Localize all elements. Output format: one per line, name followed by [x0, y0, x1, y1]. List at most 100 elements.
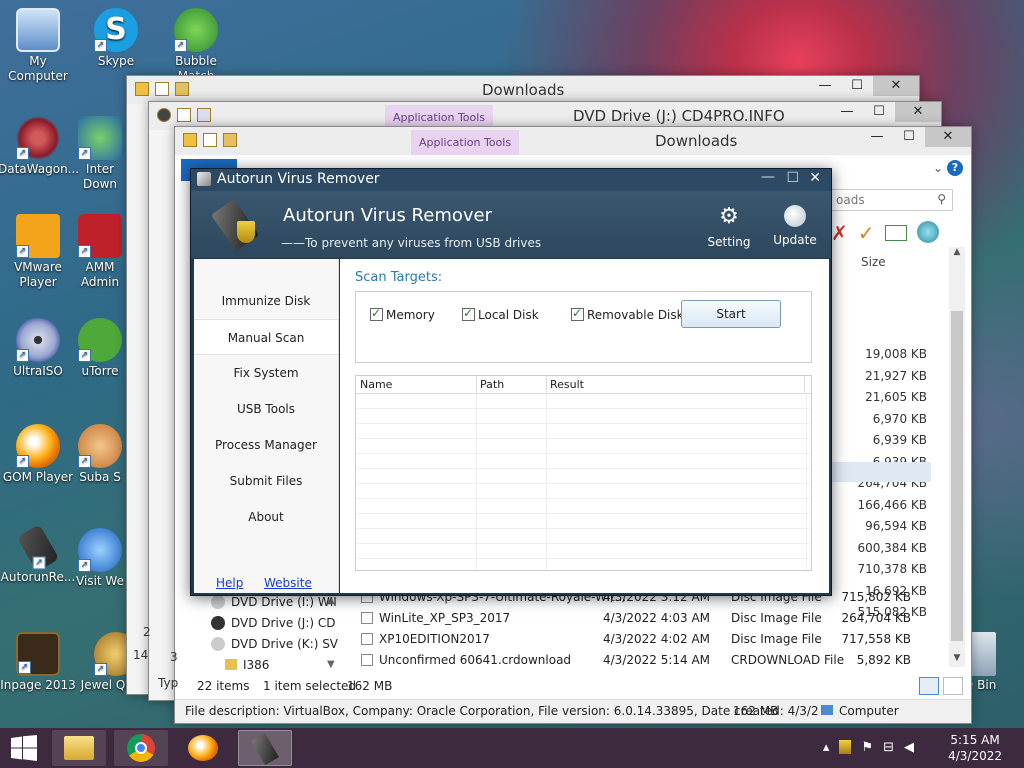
setting-button[interactable]: ⚙ Setting — [703, 205, 755, 250]
desktop-icon-visit-web[interactable]: ➚ Visit We — [70, 528, 130, 589]
avr-title-bar: Autorun Virus Remover — ☐ ✕ — [191, 169, 831, 191]
maximize-button[interactable]: ☐ — [893, 127, 925, 147]
sidebar-item-process-manager[interactable]: Process Manager — [194, 427, 338, 463]
maximize-button[interactable]: ☐ — [863, 102, 895, 122]
desktop-icon-bubble-match[interactable]: ➚ Bubble Match — [156, 8, 236, 84]
maximize-button[interactable]: ☐ — [841, 76, 873, 96]
nav-item-dvd-i[interactable]: DVD Drive (I:) WII — [211, 595, 337, 609]
tiles-view-icon[interactable] — [943, 677, 963, 695]
scroll-up-icon[interactable]: ▲ — [949, 247, 965, 257]
close-button[interactable]: ✕ — [925, 127, 971, 147]
grid-row-line — [357, 513, 810, 514]
search-input[interactable]: oads ⚲ — [831, 189, 953, 211]
local-disk-checkbox[interactable]: Local Disk — [462, 306, 539, 322]
column-name[interactable]: Name — [360, 378, 392, 391]
sidebar-item-fix-system[interactable]: Fix System — [194, 355, 338, 391]
desktop-icon-utorrent[interactable]: ➚ uTorre — [70, 318, 130, 379]
scroll-down-icon[interactable]: ▼ — [949, 653, 965, 663]
grid-row-line — [357, 423, 810, 424]
scan-results-table[interactable]: Name Path Result — [355, 375, 812, 571]
column-result[interactable]: Result — [550, 378, 584, 391]
website-link[interactable]: Website — [264, 576, 312, 590]
grid-row-line — [357, 438, 810, 439]
flag-icon[interactable]: ⚑ — [861, 740, 873, 755]
close-button[interactable]: ✕ — [873, 76, 919, 96]
scrollbar[interactable]: ▲ ▼ — [949, 247, 965, 667]
desktop-icon-datawagon[interactable]: ➚ DataWagon... — [0, 116, 79, 177]
details-view-icon[interactable] — [919, 677, 939, 695]
memory-checkbox[interactable]: Memory — [370, 306, 435, 322]
nav-scroll-up-icon[interactable]: ▲ — [327, 595, 335, 606]
minimize-button[interactable]: — — [861, 127, 893, 147]
nav-item-dvd-j[interactable]: DVD Drive (J:) CD — [211, 616, 335, 630]
inpage-icon: ➚ — [16, 632, 60, 676]
sidebar-item-submit-files[interactable]: Submit Files — [194, 463, 338, 499]
start-button[interactable] — [0, 730, 48, 766]
chevron-down-icon[interactable]: ⌄ — [933, 161, 943, 175]
help-icon[interactable]: ? — [947, 160, 963, 176]
checkbox[interactable] — [462, 306, 475, 321]
cross-icon[interactable]: ✗ — [831, 221, 848, 245]
taskbar-chrome[interactable] — [114, 730, 168, 766]
datawagon-icon: ➚ — [16, 116, 60, 160]
tray-expand-icon[interactable]: ▴ — [823, 740, 830, 755]
desktop-icon-inpage[interactable]: ➚ Inpage 2013 — [0, 632, 78, 693]
dvd-icon — [211, 595, 225, 609]
file-row[interactable]: Unconfirmed 60641.crdownload 4/3/2022 5:1… — [361, 653, 951, 667]
minimize-button[interactable]: — — [831, 102, 863, 122]
help-link[interactable]: Help — [216, 576, 243, 590]
close-button[interactable]: ✕ — [895, 102, 941, 122]
taskbar-gom-player[interactable] — [176, 730, 230, 766]
desktop-icon-my-computer[interactable]: My Computer — [0, 8, 78, 84]
taskbar-autorun-remover[interactable] — [238, 730, 292, 766]
file-row[interactable]: WinLite_XP_SP3_2017 4/3/2022 4:03 AM Disc … — [361, 611, 951, 625]
nav-item-i386[interactable]: I386 — [225, 658, 269, 672]
minimize-button[interactable]: — — [761, 169, 775, 185]
shield-icon[interactable] — [839, 740, 852, 754]
globe-icon[interactable] — [916, 221, 939, 243]
sidebar-item-immunize-disk[interactable]: Immunize Disk — [194, 283, 338, 319]
scroll-thumb[interactable] — [951, 311, 963, 641]
removable-disk-checkbox[interactable]: Removable Disk — [571, 306, 684, 322]
nav-scroll-down-icon[interactable]: ▼ — [327, 659, 335, 670]
column-path[interactable]: Path — [480, 378, 504, 391]
check-icon[interactable]: ✓ — [858, 221, 875, 245]
clock[interactable]: 5:15 AM 4/3/2022 — [948, 732, 1002, 764]
grid-row-line — [357, 453, 810, 454]
checkbox[interactable] — [571, 306, 584, 321]
size-cell: 96,594 KB — [865, 519, 927, 533]
desktop-icon-gom-player[interactable]: ➚ GOM Player — [0, 424, 78, 485]
window-controls: — ☐ ✕ — [809, 76, 919, 96]
grid-row-line — [357, 468, 810, 469]
quick-access-toolbar — [157, 108, 211, 122]
desktop-icon-skype[interactable]: S ➚ Skype — [76, 8, 156, 69]
start-button[interactable]: Start — [681, 300, 781, 328]
close-button[interactable]: ✕ — [809, 170, 821, 186]
desktop-icon-internet-download[interactable]: ➚ Inter Down — [70, 116, 130, 192]
avr-header: Autorun Virus Remover ——To prevent any v… — [191, 191, 831, 258]
desktop-icon-amm[interactable]: ➚ AMM Admin — [70, 214, 130, 290]
taskbar-file-explorer[interactable] — [52, 730, 106, 766]
toolbar-icons: ✗ ✓ — [831, 221, 939, 245]
update-button[interactable]: Update — [769, 205, 821, 247]
desktop-icon-ultraiso[interactable]: ➚ UltraISO — [0, 318, 78, 379]
nav-item-dvd-k[interactable]: DVD Drive (K:) SV — [211, 637, 338, 651]
network-icon[interactable]: ⊟ — [883, 740, 894, 755]
sidebar-item-manual-scan[interactable]: Manual Scan — [194, 319, 338, 355]
file-row[interactable]: XP10EDITION2017 4/3/2022 4:02 AM Disc Imag… — [361, 632, 951, 646]
my-computer-icon — [16, 8, 60, 52]
card-icon[interactable] — [884, 225, 907, 241]
minimize-button[interactable]: — — [809, 76, 841, 96]
checkbox[interactable] — [370, 306, 383, 321]
autorun-virus-remover-window[interactable]: Autorun Virus Remover — ☐ ✕ Autorun Viru… — [190, 168, 832, 596]
desktop-icon-autorun-remover[interactable]: ➚ AutorunRe... — [0, 524, 78, 585]
sidebar-item-about[interactable]: About — [194, 499, 338, 535]
desktop-icon-subtitle[interactable]: ➚ Suba S — [70, 424, 130, 485]
application-tools-tab[interactable]: Application Tools — [411, 130, 520, 155]
volume-icon[interactable]: ◀ — [904, 740, 914, 755]
globe-icon — [784, 205, 806, 227]
maximize-button[interactable]: ☐ — [786, 170, 799, 186]
desktop-icon-vmware[interactable]: ➚ VMware Player — [0, 214, 78, 290]
sidebar-item-usb-tools[interactable]: USB Tools — [194, 391, 338, 427]
column-size-header[interactable]: Size — [861, 255, 886, 269]
